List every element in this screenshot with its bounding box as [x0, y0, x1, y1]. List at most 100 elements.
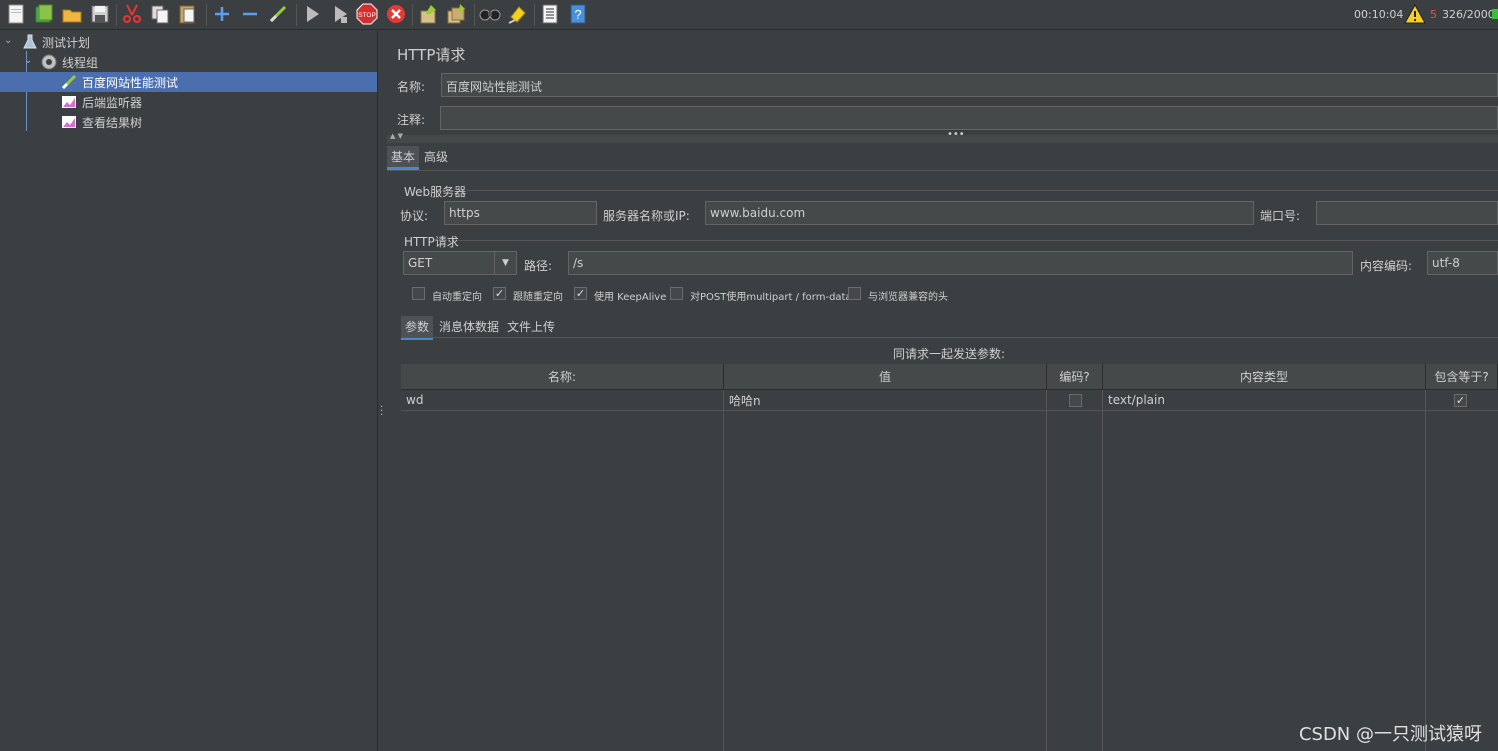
reset-search-icon[interactable]	[506, 2, 530, 26]
server-name-field[interactable]: www.baidu.com	[705, 201, 1254, 225]
web-server-group-title: Web服务器	[404, 185, 467, 199]
tree-item-thread-group[interactable]: ⌄ 线程组	[0, 52, 377, 72]
tree-item-http-sampler[interactable]: 百度网站性能测试	[0, 72, 377, 92]
toolbar-separator	[412, 4, 413, 26]
name-field[interactable]: 百度网站性能测试	[441, 73, 1498, 97]
open-icon[interactable]	[60, 2, 84, 26]
chevron-down-icon[interactable]: ⌄	[4, 35, 14, 46]
cut-icon[interactable]	[120, 2, 144, 26]
column-header-include-equals[interactable]: 包含等于?	[1426, 364, 1498, 390]
splitter-handle-icon[interactable]: · · ·	[380, 403, 383, 421]
splitter-handle-icon[interactable]: •••	[947, 129, 965, 140]
group-border	[467, 190, 1498, 191]
path-field[interactable]: /s	[568, 251, 1353, 275]
stop-label: STOP	[358, 12, 376, 19]
tab-advanced[interactable]: 高级	[420, 146, 452, 167]
start-icon[interactable]	[300, 2, 324, 26]
toolbar-separator	[116, 4, 117, 26]
column-divider	[1425, 390, 1426, 751]
stop-icon[interactable]: STOP	[355, 2, 379, 26]
content-encoding-field[interactable]: utf-8	[1427, 251, 1498, 275]
tab-divider	[387, 170, 1498, 171]
chevron-down-icon[interactable]: ▼	[494, 252, 516, 274]
path-label: 路径:	[524, 259, 553, 273]
shutdown-icon[interactable]	[384, 2, 408, 26]
column-header-name[interactable]: 名称:	[401, 364, 724, 390]
name-label: 名称:	[397, 80, 426, 94]
active-threads: 326/2000	[1442, 8, 1495, 21]
collapse-arrows-icon[interactable]: ▲ ▼	[390, 132, 403, 140]
params-caption: 同请求一起发送参数:	[893, 347, 1006, 361]
copy-icon[interactable]	[148, 2, 172, 26]
search-icon[interactable]	[478, 2, 502, 26]
tree-item-view-results-tree[interactable]: 查看结果树	[0, 112, 377, 132]
param-encode-checkbox[interactable]	[1069, 394, 1082, 407]
warning-icon[interactable]	[1404, 3, 1426, 27]
column-divider	[1046, 390, 1047, 751]
running-indicator-icon	[1492, 9, 1498, 19]
tree-item-label: 测试计划	[42, 35, 91, 50]
column-header-encode[interactable]: 编码?	[1047, 364, 1103, 390]
protocol-field[interactable]: https	[444, 201, 597, 225]
http-sampler-icon	[60, 73, 78, 91]
paste-icon[interactable]	[176, 2, 200, 26]
tab-basic[interactable]: 基本	[387, 146, 420, 170]
expand-icon[interactable]	[210, 2, 234, 26]
port-field[interactable]	[1316, 201, 1498, 225]
error-count: 5	[1430, 8, 1437, 21]
column-header-value[interactable]: 值	[724, 364, 1047, 390]
toolbar-separator	[474, 4, 475, 26]
vertical-splitter[interactable]	[378, 31, 386, 751]
tree-item-label: 后端监听器	[82, 95, 143, 110]
save-icon[interactable]	[88, 2, 112, 26]
server-name-label: 服务器名称或IP:	[603, 209, 690, 223]
follow-redirect-checkbox[interactable]: ✓	[493, 287, 506, 300]
toggle-icon[interactable]	[266, 2, 290, 26]
parameters-table: 名称: 值 编码? 内容类型 包含等于? wd 哈哈n text/plain ✓	[401, 364, 1498, 751]
tree-item-label: 查看结果树	[82, 115, 143, 130]
clear-all-icon[interactable]	[444, 2, 468, 26]
port-label: 端口号:	[1260, 209, 1301, 223]
column-divider	[1102, 390, 1103, 751]
http-request-group-title: HTTP请求	[404, 235, 459, 249]
auto-redirect-checkbox[interactable]	[412, 287, 425, 300]
test-plan-icon	[21, 33, 39, 51]
param-value-cell[interactable]: 哈哈n	[724, 390, 1046, 410]
clear-icon[interactable]	[416, 2, 440, 26]
svg-text:?: ?	[574, 7, 581, 22]
toolbar-separator	[534, 4, 535, 26]
comment-label: 注释:	[397, 113, 426, 127]
horizontal-splitter[interactable]: ▲ ▼ •••	[387, 129, 1498, 143]
group-border	[459, 240, 1498, 241]
collapse-icon[interactable]	[238, 2, 262, 26]
help-icon[interactable]: ?	[566, 2, 590, 26]
protocol-label: 协议:	[400, 209, 429, 223]
chevron-down-icon[interactable]: ⌄	[24, 55, 34, 66]
tree-item-backend-listener[interactable]: 后端监听器	[0, 92, 377, 112]
watermark: CSDN @一只测试猿呀	[1298, 724, 1482, 745]
multipart-checkbox[interactable]	[670, 287, 683, 300]
browser-headers-checkbox[interactable]	[848, 287, 861, 300]
tree-item-test-plan[interactable]: ⌄ 测试计划	[0, 32, 377, 52]
tab-divider	[401, 337, 1498, 338]
tab-body-data[interactable]: 消息体数据	[435, 316, 503, 337]
keepalive-label: 使用 KeepAlive	[594, 292, 667, 303]
param-include-equals-checkbox[interactable]: ✓	[1454, 394, 1467, 407]
elapsed-time: 00:10:04	[1354, 8, 1404, 21]
keepalive-checkbox[interactable]: ✓	[574, 287, 587, 300]
column-header-content-type[interactable]: 内容类型	[1103, 364, 1426, 390]
multipart-label: 对POST使用multipart / form-data	[690, 292, 852, 303]
tab-file-upload[interactable]: 文件上传	[503, 316, 559, 337]
function-helper-icon[interactable]	[538, 2, 562, 26]
method-value: GET	[408, 256, 433, 270]
templates-icon[interactable]	[32, 2, 56, 26]
comment-field[interactable]	[440, 106, 1498, 130]
start-no-pause-icon[interactable]	[328, 2, 352, 26]
tree-item-label: 线程组	[62, 55, 99, 70]
method-select[interactable]: GET ▼	[403, 251, 517, 275]
param-content-type-cell[interactable]: text/plain	[1103, 390, 1425, 410]
follow-redirect-label: 跟随重定向	[513, 292, 563, 303]
param-name-cell[interactable]: wd	[401, 390, 723, 410]
toolbar-separator	[206, 4, 207, 26]
new-icon[interactable]	[4, 2, 28, 26]
